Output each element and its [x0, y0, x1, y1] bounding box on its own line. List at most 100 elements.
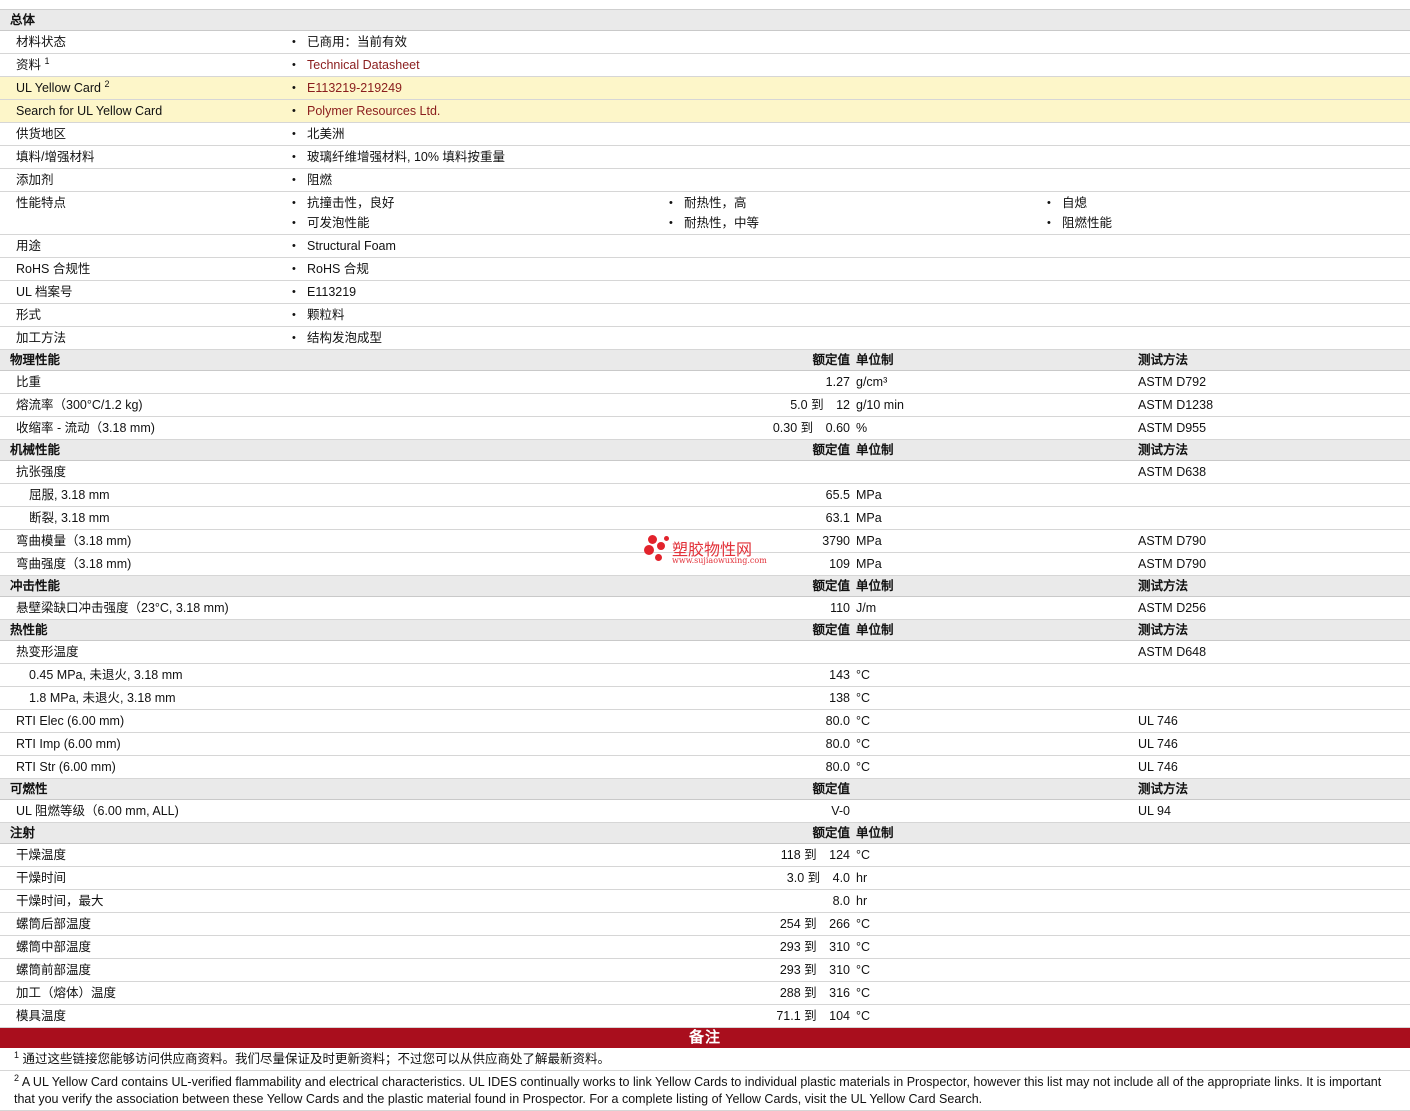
row-label: RoHS 合规性 [16, 258, 90, 280]
property-label: 0.45 MPa, 未退火, 3.18 mm [29, 668, 183, 682]
property-value: 138 [829, 691, 850, 705]
feature-item: 抗撞击性，良好 [292, 192, 394, 214]
property-label: RTI Elec (6.00 mm) [16, 714, 125, 728]
property-unit: g/10 min [856, 398, 904, 412]
property-label: 螺筒中部温度 [16, 940, 92, 954]
row-label-text: 用途 [16, 239, 42, 253]
property-value: 80.0 [825, 714, 850, 728]
test-method: ASTM D648 [1138, 645, 1207, 659]
general-row: 形式 颗粒料 [0, 304, 1410, 327]
property-value: 80.0 [825, 760, 850, 774]
footnote-ref[interactable]: 1 [45, 56, 50, 66]
property-value: 254 到 266 [779, 917, 850, 931]
property-unit: °C [856, 848, 871, 862]
column-header-method: 测试方法 [1138, 353, 1189, 367]
property-label: 断裂, 3.18 mm [29, 511, 110, 525]
property-label: 干燥时间，最大 [16, 894, 104, 908]
column-header-method: 测试方法 [1138, 782, 1189, 796]
property-label: 螺筒后部温度 [16, 917, 92, 931]
test-method: UL 746 [1138, 737, 1178, 751]
general-row: 供货地区 北美洲 [0, 123, 1410, 146]
row-value: 已商用：当前有效 [292, 31, 407, 53]
property-label: 模具温度 [16, 1009, 67, 1023]
property-row: 断裂, 3.18 mm 63.1 MPa [0, 507, 1410, 530]
section-title: 机械性能 [10, 443, 61, 457]
property-label: 屈服, 3.18 mm [29, 488, 110, 502]
general-row: 填料/增强材料 玻璃纤维增强材料, 10% 填料按重量 [0, 146, 1410, 169]
row-value: RoHS 合规 [292, 258, 369, 280]
note-item: 2 A UL Yellow Card contains UL-verified … [0, 1071, 1410, 1111]
column-header-value: 额定值 [812, 353, 850, 367]
row-label-text: 形式 [16, 308, 42, 322]
property-row: 螺筒前部温度 293 到 310 °C [0, 959, 1410, 982]
property-row: 干燥温度 118 到 124 °C [0, 844, 1410, 867]
row-label-text: UL Yellow Card [16, 81, 102, 95]
row-value: 阻燃 [292, 169, 332, 191]
row-value: E113219 [292, 281, 356, 303]
property-unit: MPa [856, 557, 882, 571]
row-label-text: Search for UL Yellow Card [16, 104, 163, 118]
property-value: 293 到 310 [779, 940, 850, 954]
property-row: 抗张强度 ASTM D638 [0, 461, 1410, 484]
row-label: 形式 [16, 304, 41, 326]
property-value: 1.27 [825, 375, 850, 389]
section-title: 物理性能 [10, 353, 61, 367]
column-header-method: 测试方法 [1138, 579, 1189, 593]
property-unit: MPa [856, 488, 882, 502]
property-value: 71.1 到 104 [776, 1009, 850, 1023]
property-label: 收缩率 - 流动（3.18 mm) [16, 421, 155, 435]
general-row: 材料状态 已商用：当前有效 [0, 31, 1410, 54]
property-unit: °C [856, 1009, 871, 1023]
property-value: 0.30 到 0.60 [772, 421, 850, 435]
property-row: 悬壁梁缺口冲击强度（23°C, 3.18 mm) 110 J/m ASTM D256 [0, 597, 1410, 620]
row-label: UL 档案号 [16, 281, 73, 303]
section-title: 可燃性 [10, 782, 48, 796]
property-value: V-0 [831, 804, 850, 818]
feature-item: 耐热性，高 [669, 192, 746, 214]
footnote-ref[interactable]: 2 [105, 79, 110, 89]
section-header: 热性能 额定值 单位制 测试方法 [0, 620, 1410, 641]
note-paragraph: 1 通过这些链接您能够访问供应商资料。我们尽量保证及时更新资料；不过您可以从供应… [14, 1051, 1398, 1068]
property-row: RTI Elec (6.00 mm) 80.0 °C UL 746 [0, 710, 1410, 733]
property-unit: °C [856, 691, 871, 705]
property-unit: % [856, 421, 868, 435]
row-label-text: 材料状态 [16, 35, 67, 49]
test-method: UL 94 [1138, 804, 1171, 818]
property-row: 干燥时间，最大 8.0 hr [0, 890, 1410, 913]
row-link[interactable]: Polymer Resources Ltd. [292, 100, 440, 122]
property-label: 1.8 MPa, 未退火, 3.18 mm [29, 691, 176, 705]
section-header: 注射 额定值 单位制 [0, 823, 1410, 844]
row-link[interactable]: Technical Datasheet [292, 54, 420, 76]
property-label: 干燥温度 [16, 848, 67, 862]
general-row: UL Yellow Card 2 E113219-219249 [0, 77, 1410, 100]
row-link[interactable]: E113219-219249 [292, 77, 402, 99]
property-unit: °C [856, 963, 871, 977]
test-method: ASTM D955 [1138, 421, 1207, 435]
property-label: 干燥时间 [16, 871, 67, 885]
row-label-text: 供货地区 [16, 127, 67, 141]
property-unit: °C [856, 986, 871, 1000]
note-text: A UL Yellow Card contains UL-verified fl… [14, 1075, 1382, 1106]
property-row: 螺筒后部温度 254 到 266 °C [0, 913, 1410, 936]
property-value: 65.5 [825, 488, 850, 502]
row-label: 材料状态 [16, 31, 66, 53]
row-label: 加工方法 [16, 327, 66, 349]
section-header: 物理性能 额定值 单位制 测试方法 [0, 350, 1410, 371]
property-unit: J/m [856, 601, 877, 615]
column-header-value: 额定值 [812, 826, 850, 840]
general-row: 加工方法 结构发泡成型 [0, 327, 1410, 350]
property-row: UL 阻燃等级（6.00 mm, ALL) V-0 UL 94 [0, 800, 1410, 823]
general-row: RoHS 合规性 RoHS 合规 [0, 258, 1410, 281]
property-value: 3.0 到 4.0 [786, 871, 850, 885]
row-label: Search for UL Yellow Card [16, 100, 162, 122]
property-value: 8.0 [832, 894, 850, 908]
column-header-unit: 单位制 [856, 579, 894, 593]
row-value: 北美洲 [292, 123, 344, 145]
test-method: ASTM D638 [1138, 465, 1207, 479]
note-number: 2 [14, 1073, 20, 1083]
property-value: 288 到 316 [779, 986, 850, 1000]
property-unit: °C [856, 714, 871, 728]
property-unit: hr [856, 871, 868, 885]
property-value: 143 [829, 668, 850, 682]
row-label: 供货地区 [16, 123, 66, 145]
